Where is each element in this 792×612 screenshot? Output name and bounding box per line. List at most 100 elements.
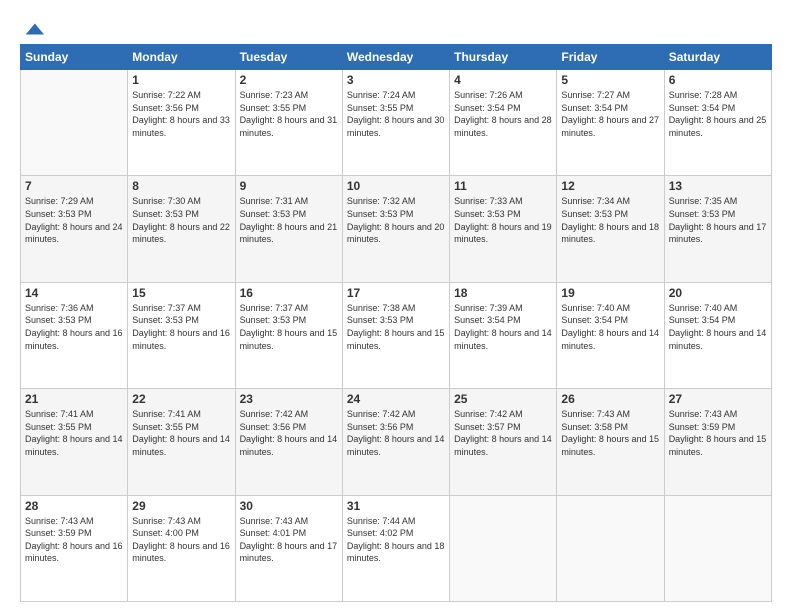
weekday-header-monday: Monday [128,45,235,70]
daylight-label: Daylight: 8 hours and 19 minutes. [454,222,552,245]
day-info: Sunrise: 7:39 AM Sunset: 3:54 PM Dayligh… [454,302,552,352]
day-cell [664,495,771,601]
logo-icon [22,18,44,40]
day-cell [557,495,664,601]
daylight-label: Daylight: 8 hours and 22 minutes. [132,222,230,245]
day-number: 21 [25,392,123,406]
day-info: Sunrise: 7:36 AM Sunset: 3:53 PM Dayligh… [25,302,123,352]
daylight-label: Daylight: 8 hours and 14 minutes. [669,328,767,351]
daylight-label: Daylight: 8 hours and 14 minutes. [25,434,123,457]
day-cell: 29 Sunrise: 7:43 AM Sunset: 4:00 PM Dayl… [128,495,235,601]
day-number: 11 [454,179,552,193]
day-cell: 7 Sunrise: 7:29 AM Sunset: 3:53 PM Dayli… [21,176,128,282]
day-info: Sunrise: 7:29 AM Sunset: 3:53 PM Dayligh… [25,195,123,245]
day-cell: 23 Sunrise: 7:42 AM Sunset: 3:56 PM Dayl… [235,389,342,495]
day-info: Sunrise: 7:40 AM Sunset: 3:54 PM Dayligh… [669,302,767,352]
sunrise-label: Sunrise: 7:41 AM [132,409,201,419]
daylight-label: Daylight: 8 hours and 15 minutes. [347,328,445,351]
sunrise-label: Sunrise: 7:29 AM [25,196,94,206]
day-cell: 24 Sunrise: 7:42 AM Sunset: 3:56 PM Dayl… [342,389,449,495]
day-cell: 2 Sunrise: 7:23 AM Sunset: 3:55 PM Dayli… [235,70,342,176]
sunrise-label: Sunrise: 7:42 AM [454,409,523,419]
sunset-label: Sunset: 3:53 PM [132,315,199,325]
day-cell [450,495,557,601]
sunrise-label: Sunrise: 7:42 AM [347,409,416,419]
day-number: 19 [561,286,659,300]
sunset-label: Sunset: 3:53 PM [561,209,628,219]
day-info: Sunrise: 7:42 AM Sunset: 3:56 PM Dayligh… [347,408,445,458]
day-info: Sunrise: 7:42 AM Sunset: 3:57 PM Dayligh… [454,408,552,458]
sunset-label: Sunset: 3:55 PM [25,422,92,432]
day-info: Sunrise: 7:34 AM Sunset: 3:53 PM Dayligh… [561,195,659,245]
sunset-label: Sunset: 3:59 PM [669,422,736,432]
sunrise-label: Sunrise: 7:43 AM [25,516,94,526]
sunrise-label: Sunrise: 7:41 AM [25,409,94,419]
weekday-header-sunday: Sunday [21,45,128,70]
sunrise-label: Sunrise: 7:26 AM [454,90,523,100]
sunrise-label: Sunrise: 7:44 AM [347,516,416,526]
day-info: Sunrise: 7:35 AM Sunset: 3:53 PM Dayligh… [669,195,767,245]
sunset-label: Sunset: 3:59 PM [25,528,92,538]
day-cell: 18 Sunrise: 7:39 AM Sunset: 3:54 PM Dayl… [450,282,557,388]
daylight-label: Daylight: 8 hours and 16 minutes. [25,328,123,351]
sunrise-label: Sunrise: 7:40 AM [561,303,630,313]
day-cell: 13 Sunrise: 7:35 AM Sunset: 3:53 PM Dayl… [664,176,771,282]
sunrise-label: Sunrise: 7:43 AM [561,409,630,419]
day-info: Sunrise: 7:41 AM Sunset: 3:55 PM Dayligh… [132,408,230,458]
day-cell [21,70,128,176]
sunrise-label: Sunrise: 7:28 AM [669,90,738,100]
sunrise-label: Sunrise: 7:36 AM [25,303,94,313]
page: SundayMondayTuesdayWednesdayThursdayFrid… [0,0,792,612]
sunrise-label: Sunrise: 7:42 AM [240,409,309,419]
day-number: 18 [454,286,552,300]
weekday-header-saturday: Saturday [664,45,771,70]
day-number: 17 [347,286,445,300]
week-row-1: 1 Sunrise: 7:22 AM Sunset: 3:56 PM Dayli… [21,70,772,176]
daylight-label: Daylight: 8 hours and 14 minutes. [454,328,552,351]
day-number: 16 [240,286,338,300]
day-info: Sunrise: 7:33 AM Sunset: 3:53 PM Dayligh… [454,195,552,245]
daylight-label: Daylight: 8 hours and 17 minutes. [669,222,767,245]
day-info: Sunrise: 7:32 AM Sunset: 3:53 PM Dayligh… [347,195,445,245]
day-number: 9 [240,179,338,193]
day-number: 24 [347,392,445,406]
sunrise-label: Sunrise: 7:31 AM [240,196,309,206]
sunrise-label: Sunrise: 7:34 AM [561,196,630,206]
day-number: 4 [454,73,552,87]
sunset-label: Sunset: 3:53 PM [240,315,307,325]
day-cell: 27 Sunrise: 7:43 AM Sunset: 3:59 PM Dayl… [664,389,771,495]
day-info: Sunrise: 7:37 AM Sunset: 3:53 PM Dayligh… [132,302,230,352]
sunset-label: Sunset: 3:54 PM [561,103,628,113]
sunset-label: Sunset: 3:53 PM [454,209,521,219]
day-info: Sunrise: 7:43 AM Sunset: 4:01 PM Dayligh… [240,515,338,565]
daylight-label: Daylight: 8 hours and 25 minutes. [669,115,767,138]
sunset-label: Sunset: 3:56 PM [347,422,414,432]
day-info: Sunrise: 7:30 AM Sunset: 3:53 PM Dayligh… [132,195,230,245]
week-row-5: 28 Sunrise: 7:43 AM Sunset: 3:59 PM Dayl… [21,495,772,601]
day-info: Sunrise: 7:38 AM Sunset: 3:53 PM Dayligh… [347,302,445,352]
sunrise-label: Sunrise: 7:22 AM [132,90,201,100]
day-info: Sunrise: 7:43 AM Sunset: 3:59 PM Dayligh… [669,408,767,458]
day-number: 7 [25,179,123,193]
sunset-label: Sunset: 3:58 PM [561,422,628,432]
day-info: Sunrise: 7:37 AM Sunset: 3:53 PM Dayligh… [240,302,338,352]
day-cell: 31 Sunrise: 7:44 AM Sunset: 4:02 PM Dayl… [342,495,449,601]
week-row-2: 7 Sunrise: 7:29 AM Sunset: 3:53 PM Dayli… [21,176,772,282]
daylight-label: Daylight: 8 hours and 24 minutes. [25,222,123,245]
day-info: Sunrise: 7:40 AM Sunset: 3:54 PM Dayligh… [561,302,659,352]
sunset-label: Sunset: 3:55 PM [240,103,307,113]
sunrise-label: Sunrise: 7:43 AM [132,516,201,526]
day-cell: 22 Sunrise: 7:41 AM Sunset: 3:55 PM Dayl… [128,389,235,495]
sunset-label: Sunset: 3:53 PM [25,209,92,219]
sunset-label: Sunset: 3:54 PM [454,103,521,113]
day-cell: 26 Sunrise: 7:43 AM Sunset: 3:58 PM Dayl… [557,389,664,495]
weekday-header-friday: Friday [557,45,664,70]
day-cell: 28 Sunrise: 7:43 AM Sunset: 3:59 PM Dayl… [21,495,128,601]
day-number: 5 [561,73,659,87]
sunset-label: Sunset: 3:57 PM [454,422,521,432]
day-number: 14 [25,286,123,300]
daylight-label: Daylight: 8 hours and 16 minutes. [132,328,230,351]
daylight-label: Daylight: 8 hours and 14 minutes. [561,328,659,351]
sunrise-label: Sunrise: 7:23 AM [240,90,309,100]
daylight-label: Daylight: 8 hours and 14 minutes. [454,434,552,457]
